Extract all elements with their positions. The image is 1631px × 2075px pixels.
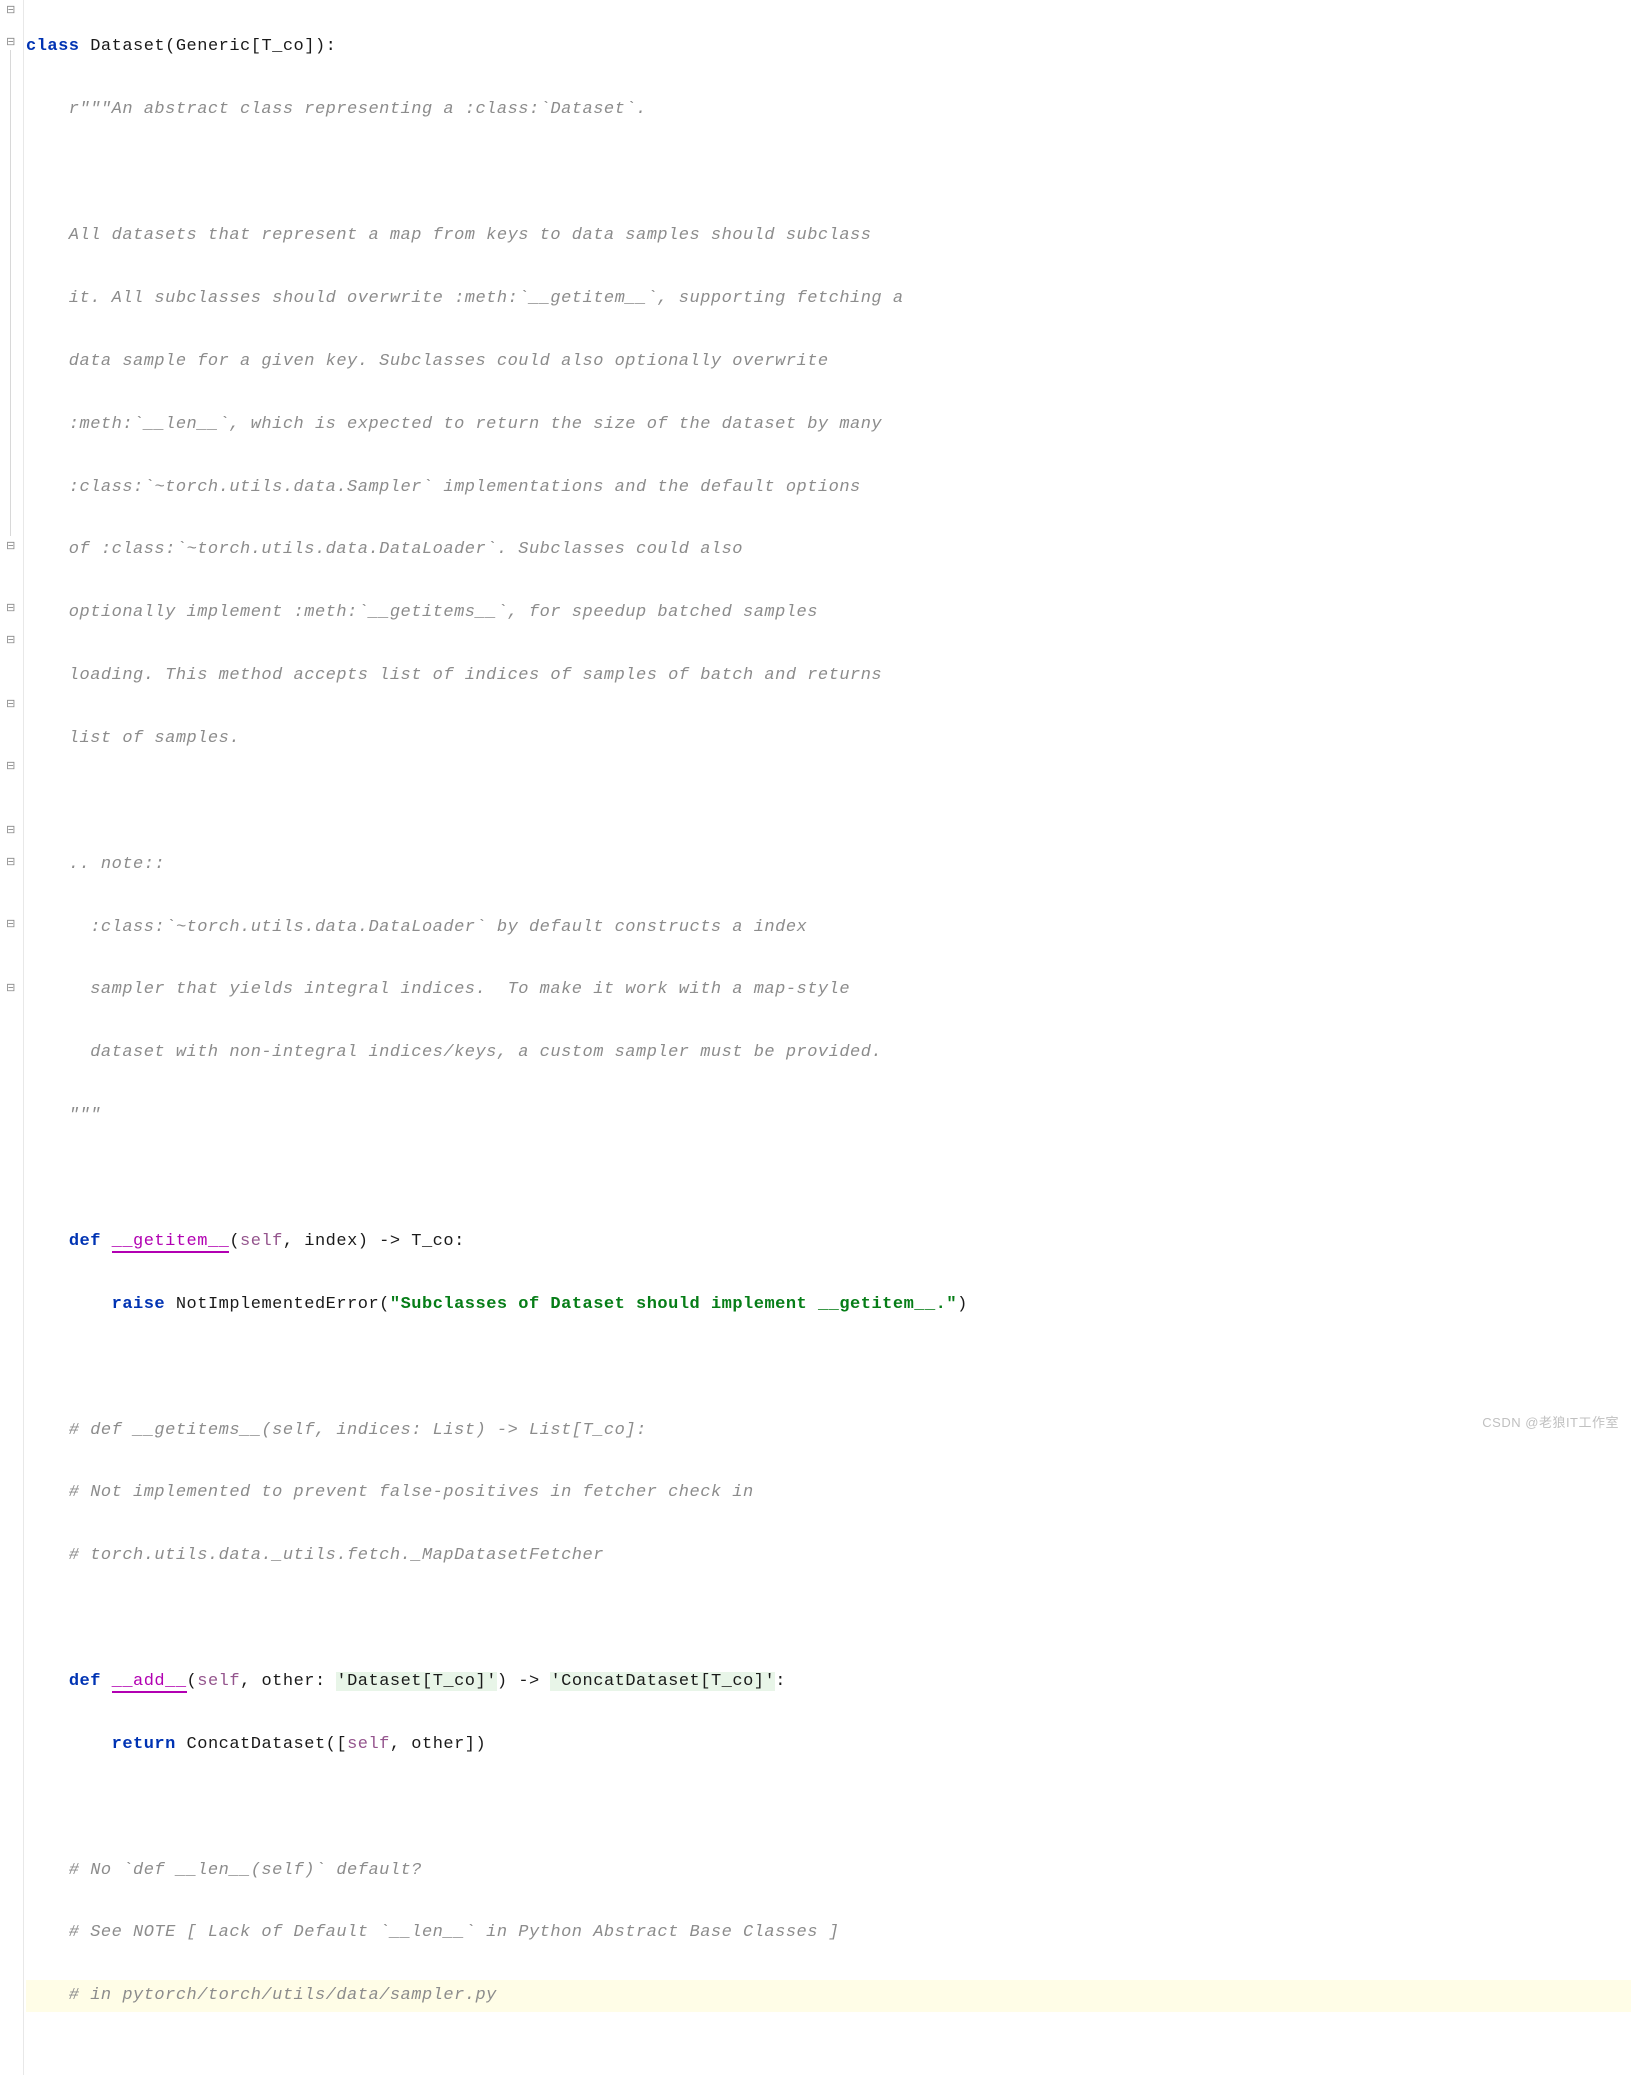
code-line[interactable]: optionally implement :meth:`__getitems__… [26,597,1631,628]
code-line[interactable]: def __getitem__(self, index) -> T_co: [26,1226,1631,1257]
fold-icon[interactable]: ⊟ [4,760,18,774]
code-line[interactable]: class Dataset(Generic[T_co]): [26,31,1631,62]
keyword-class: class [26,37,80,56]
code-line[interactable]: raise NotImplementedError("Subclasses of… [26,1289,1631,1320]
code-line[interactable]: return ConcatDataset([self, other]) [26,1729,1631,1760]
keyword-raise: raise [112,1295,166,1314]
fold-icon[interactable]: ⊟ [4,698,18,712]
code-line[interactable] [26,1352,1631,1383]
code-line[interactable]: :meth:`__len__`, which is expected to re… [26,409,1631,440]
function-name: __add__ [112,1672,187,1693]
self-param: self [240,1232,283,1251]
code-line[interactable]: of :class:`~torch.utils.data.DataLoader`… [26,534,1631,565]
code-line[interactable]: All datasets that represent a map from k… [26,220,1631,251]
code-line[interactable]: .. note:: [26,849,1631,880]
fold-icon[interactable]: ⊟ [4,918,18,932]
code-line[interactable]: dataset with non-integral indices/keys, … [26,1037,1631,1068]
code-line[interactable]: # torch.utils.data._utils.fetch._MapData… [26,1540,1631,1571]
code-line[interactable] [26,157,1631,188]
code-line[interactable] [26,786,1631,817]
code-line[interactable]: """ [26,1100,1631,1131]
fold-line [10,50,11,536]
fold-icon[interactable]: ⊟ [4,36,18,50]
keyword-def: def [69,1232,101,1251]
fold-icon[interactable]: ⊟ [4,982,18,996]
code-line[interactable]: r"""An abstract class representing a :cl… [26,94,1631,125]
fold-icon[interactable]: ⊟ [4,634,18,648]
function-name: __getitem__ [112,1232,230,1253]
code-content[interactable]: class Dataset(Generic[T_co]): r"""An abs… [24,0,1631,2075]
code-line[interactable] [26,1163,1631,1194]
self-param: self [197,1672,240,1691]
code-line[interactable]: # def __getitems__(self, indices: List) … [26,1415,1631,1446]
code-line[interactable] [26,1792,1631,1823]
code-line[interactable]: # See NOTE [ Lack of Default `__len__` i… [26,1917,1631,1948]
code-line[interactable]: :class:`~torch.utils.data.Sampler` imple… [26,472,1631,503]
code-line[interactable]: sampler that yields integral indices. To… [26,974,1631,1005]
type-hint: 'Dataset[T_co]' [336,1672,497,1691]
code-line[interactable] [26,1603,1631,1634]
code-line[interactable]: data sample for a given key. Subclasses … [26,346,1631,377]
code-line[interactable]: # Not implemented to prevent false-posit… [26,1477,1631,1508]
self-param: self [347,1735,390,1754]
fold-icon[interactable]: ⊟ [4,856,18,870]
fold-icon[interactable]: ⊟ [4,540,18,554]
code-editor[interactable]: ⊟ ⊟ ⊟ ⊟ ⊟ ⊟ ⊟ ⊟ ⊟ ⊟ ⊟ class Dataset(Gene… [0,0,1631,2075]
code-line[interactable]: # in pytorch/torch/utils/data/sampler.py [26,1980,1631,2011]
fold-icon[interactable]: ⊟ [4,824,18,838]
code-line[interactable]: :class:`~torch.utils.data.DataLoader` by… [26,912,1631,943]
string-literal: "Subclasses of Dataset should implement … [390,1295,957,1314]
code-line[interactable]: def __add__(self, other: 'Dataset[T_co]'… [26,1666,1631,1697]
code-line[interactable]: list of samples. [26,723,1631,754]
keyword-return: return [112,1735,176,1754]
code-line[interactable]: loading. This method accepts list of ind… [26,660,1631,691]
code-line[interactable]: it. All subclasses should overwrite :met… [26,283,1631,314]
fold-icon[interactable]: ⊟ [4,4,18,18]
watermark-text: CSDN @老狼IT工作室 [1482,1411,1619,1435]
fold-gutter: ⊟ ⊟ ⊟ ⊟ ⊟ ⊟ ⊟ ⊟ ⊟ ⊟ ⊟ [0,0,24,2075]
fold-icon[interactable]: ⊟ [4,602,18,616]
class-name: Dataset [90,37,165,56]
signature: (Generic[T_co]): [165,37,336,56]
code-line[interactable]: # No `def __len__(self)` default? [26,1855,1631,1886]
type-hint: 'ConcatDataset[T_co]' [550,1672,775,1691]
keyword-def: def [69,1672,101,1691]
